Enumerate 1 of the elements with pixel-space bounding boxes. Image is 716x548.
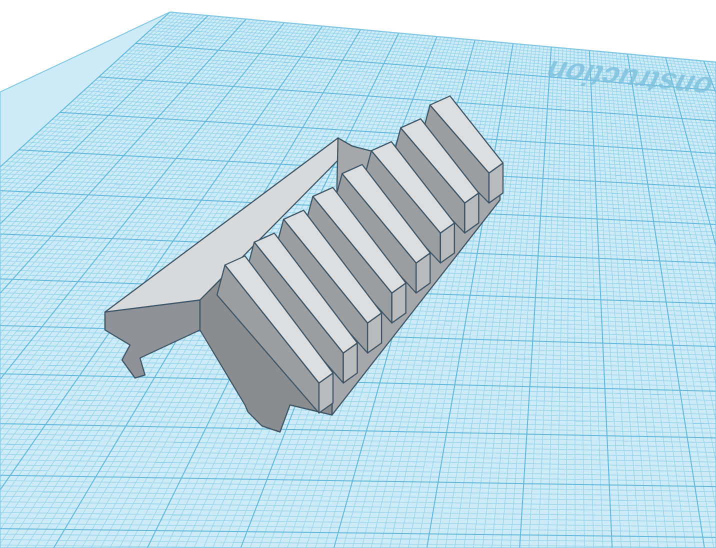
workplane-label: onstruction <box>539 54 716 104</box>
